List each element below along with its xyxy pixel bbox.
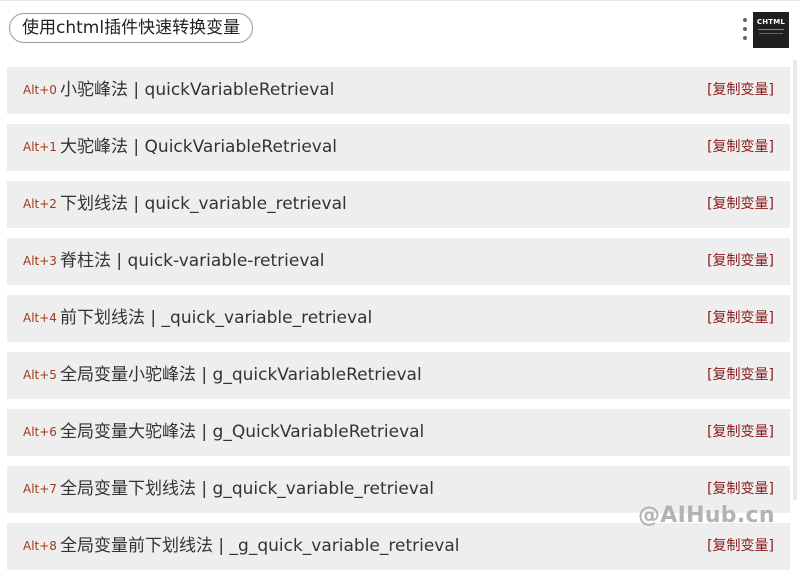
shortcut-key: Alt+3 <box>23 254 57 268</box>
watermark: @AIHub.cn <box>638 503 775 528</box>
format-label: 全局变量下划线法 | g_quick_variable_retrieval <box>60 479 434 499</box>
copy-variable-link[interactable]: [复制变量] <box>707 523 774 570</box>
page-title: 使用chtml插件快速转换变量 <box>9 13 254 43</box>
logo-decor-line <box>759 33 783 34</box>
list-item[interactable]: Alt+5 全局变量小驼峰法 | g_quickVariableRetrieva… <box>7 352 790 399</box>
shortcut-key: Alt+5 <box>23 368 57 382</box>
format-label: 全局变量大驼峰法 | g_QuickVariableRetrieval <box>60 422 425 442</box>
logo-text: CHTML <box>756 18 786 26</box>
format-label: 下划线法 | quick_variable_retrieval <box>60 194 347 214</box>
shortcut-key: Alt+4 <box>23 311 57 325</box>
copy-variable-link[interactable]: [复制变量] <box>707 181 774 228</box>
list-item[interactable]: Alt+1 大驼峰法 | QuickVariableRetrieval [复制变… <box>7 124 790 171</box>
format-label: 脊柱法 | quick-variable-retrieval <box>60 251 325 271</box>
list-item[interactable]: Alt+0 小驼峰法 | quickVariableRetrieval [复制变… <box>7 67 790 114</box>
copy-variable-link[interactable]: [复制变量] <box>707 67 774 114</box>
copy-variable-link[interactable]: [复制变量] <box>707 124 774 171</box>
copy-variable-link[interactable]: [复制变量] <box>707 238 774 285</box>
format-label: 小驼峰法 | quickVariableRetrieval <box>60 80 335 100</box>
copy-variable-link[interactable]: [复制变量] <box>707 295 774 342</box>
shortcut-key: Alt+6 <box>23 425 57 439</box>
more-vertical-icon[interactable] <box>740 17 750 43</box>
shortcut-key: Alt+2 <box>23 197 57 211</box>
format-label: 前下划线法 | _quick_variable_retrieval <box>60 308 373 328</box>
scrollbar[interactable] <box>793 60 797 500</box>
copy-variable-link[interactable]: [复制变量] <box>707 409 774 456</box>
menu-dot <box>743 27 747 31</box>
logo-decor-line <box>758 29 784 30</box>
copy-variable-link[interactable]: [复制变量] <box>707 352 774 399</box>
shortcut-key: Alt+8 <box>23 539 57 553</box>
format-label: 大驼峰法 | QuickVariableRetrieval <box>60 137 337 157</box>
list-item[interactable]: Alt+4 前下划线法 | _quick_variable_retrieval … <box>7 295 790 342</box>
format-label: 全局变量前下划线法 | _g_quick_variable_retrieval <box>60 536 460 556</box>
header: 使用chtml插件快速转换变量 CHTML <box>0 1 799 59</box>
format-label: 全局变量小驼峰法 | g_quickVariableRetrieval <box>60 365 422 385</box>
chtml-logo: CHTML <box>753 12 789 48</box>
menu-dot <box>743 18 747 22</box>
shortcut-key: Alt+1 <box>23 140 57 154</box>
shortcut-key: Alt+0 <box>23 83 57 97</box>
menu-dot <box>743 36 747 40</box>
list-item[interactable]: Alt+2 下划线法 | quick_variable_retrieval [复… <box>7 181 790 228</box>
list-item[interactable]: Alt+6 全局变量大驼峰法 | g_QuickVariableRetrieva… <box>7 409 790 456</box>
list-item[interactable]: Alt+3 脊柱法 | quick-variable-retrieval [复制… <box>7 238 790 285</box>
shortcut-key: Alt+7 <box>23 482 57 496</box>
list-item[interactable]: Alt+8 全局变量前下划线法 | _g_quick_variable_retr… <box>7 523 790 570</box>
